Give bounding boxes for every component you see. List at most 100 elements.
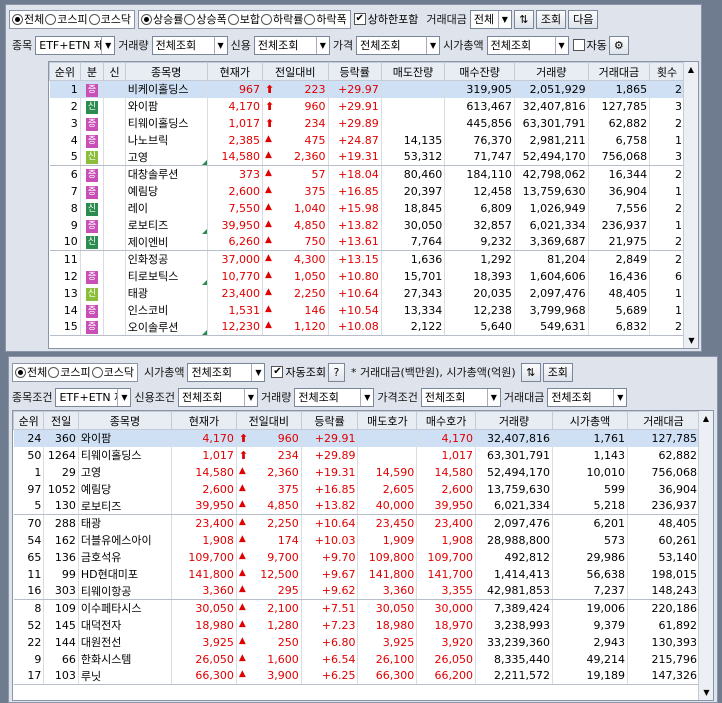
top-col-header[interactable]: 거래량 [513,62,589,81]
top-sort-radio-1[interactable]: 상승폭 [184,11,227,27]
stock-name-cell[interactable]: 금호석유 [78,548,173,566]
top-market-radio-0[interactable]: 전체 [12,11,44,27]
bottom-col-header[interactable]: 순위 [13,411,45,430]
table-row[interactable]: 15 증 오이솔루션 12,230 ▲ 1,120 +10.08 2,122 5,640 549,… [49,318,685,336]
bottom-market-radio-0[interactable]: 전체 [15,364,47,380]
bottom-volume-select[interactable]: 전체조회 ▼ [294,387,375,407]
bottom-col-header[interactable]: 거래량 [475,411,553,430]
top-col-header[interactable]: 신 [103,62,126,81]
table-row[interactable]: 8 109 이수페타시스 30,050 ▲ 2,100 +7.51 30,050 30,000 7… [13,599,701,617]
bottom-query-button[interactable]: 조회 [542,362,573,382]
table-row[interactable]: 13 신 태광 23,400 ▲ 2,250 +10.64 27,343 20,035 2,097… [49,284,685,302]
help-button[interactable]: ? [327,362,345,382]
bottom-credit-select[interactable]: 전체조회 ▼ [177,387,258,407]
bottom-col-header[interactable]: 전일대비 [235,411,302,430]
top-col-header[interactable]: 횟수 [649,62,685,81]
stock-name-cell[interactable]: 나노브릭 [125,131,208,149]
top-col-header[interactable]: 거래대금 [587,62,651,81]
top-col-header[interactable]: 등락률 [327,62,382,81]
bottom-market-radio-2[interactable]: 코스닥 [91,364,134,380]
table-row[interactable]: 7 증 예림당 2,600 ▲ 375 +16.85 20,397 12,458 13,759,6… [49,182,685,200]
top-sort-radio-0[interactable]: 상승률 [141,11,183,27]
bottom-col-header[interactable]: 거래대금 [626,411,701,430]
stock-name-cell[interactable]: 예림당 [78,480,173,498]
stock-name-cell[interactable]: 예림당 [125,182,208,200]
top-market-radio-1[interactable]: 코스피 [45,11,88,27]
stock-name-cell[interactable]: 와이팜 [78,429,173,447]
top-sort-radio-3[interactable]: 하락률 [261,11,303,27]
table-row[interactable]: 16 303 티웨이항공 3,360 ▲ 295 +9.62 3,360 3,355 42,981… [13,582,701,600]
top-vertical-scrollbar[interactable]: ▲ ▼ [683,62,698,348]
mcap-select[interactable]: 전체조회 ▼ [486,35,569,55]
bottom-col-header[interactable]: 매도호가 [357,411,418,430]
top-col-header[interactable]: 순위 [49,62,81,81]
item-select[interactable]: ETF+ETN 제외▼ [35,35,116,55]
bottom-arrow-button[interactable]: ⇅ [520,362,541,382]
table-row[interactable]: 2 신 와이팜 4,170 ⬆ 960 +29.91 613,467 32,407,816 127… [49,97,685,115]
settings-arrow-button[interactable]: ⇅ [513,9,534,29]
stock-name-cell[interactable]: 제이엔비 [125,233,208,251]
stock-name-cell[interactable]: 고영 [78,463,173,481]
table-row[interactable]: 1 증 비케이홀딩스 967 ⬆ 223 +29.97 319,905 2,051,929 1,8… [49,80,685,98]
top-sort-radio-4[interactable]: 하락폭 [304,11,347,27]
stock-name-cell[interactable]: 고영 [125,148,208,166]
top-query-button[interactable]: 조회 [535,9,567,29]
stock-name-cell[interactable]: 티웨이항공 [78,582,173,600]
stock-name-cell[interactable]: 이수페타시스 [78,599,173,617]
stock-name-cell[interactable]: 인스코비 [125,301,208,319]
table-row[interactable]: 5 130 로보티즈 39,950 ▲ 4,850 +13.82 40,000 39,950 6,… [13,497,701,515]
stock-name-cell[interactable]: 티로보틱스 [125,267,208,285]
volume-select[interactable]: 전체조회 ▼ [151,35,228,55]
table-row[interactable]: 11 99 HD현대미포 141,800 ▲ 12,500 +9.67 141,800 141,… [13,565,701,583]
credit-select[interactable]: 전체조회 ▼ [253,35,330,55]
bottom-col-header[interactable]: 매수호가 [416,411,476,430]
stock-name-cell[interactable]: 대덕전자 [78,616,173,634]
stock-name-cell[interactable]: 로보티즈 [78,497,173,515]
amount-select[interactable]: 전체 ▼ [469,9,512,29]
table-row[interactable]: 9 증 로보티즈 39,950 ▲ 4,850 +13.82 30,050 32,857 6,02… [49,216,685,234]
auto-checkbox[interactable] [572,39,585,51]
bottom-col-header[interactable]: 현재가 [171,411,237,430]
table-row[interactable]: 1 29 고영 14,580 ▲ 2,360 +19.31 14,590 14,580 52,49… [13,463,701,481]
table-row[interactable]: 24 360 와이팜 4,170 ⬆ 960 +29.91 4,170 32,407,816 1,… [13,429,701,447]
table-row[interactable]: 4 증 나노브릭 2,385 ▲ 475 +24.87 14,135 76,370 2,981,2… [49,131,685,149]
scroll-down-icon[interactable]: ▼ [684,333,698,348]
gear-button[interactable]: ⚙ [608,35,629,55]
table-row[interactable]: 12 증 티로보틱스 10,770 ▲ 1,050 +10.80 15,701 18,393 1,… [49,267,685,285]
stock-name-cell[interactable]: 루닛 [78,667,173,685]
top-sort-radio-2[interactable]: 보합 [227,11,260,27]
next-button[interactable]: 다음 [568,9,599,29]
cond-select[interactable]: ETF+ETN 제외▼ [55,387,132,407]
stock-name-cell[interactable]: HD현대미포 [78,565,173,583]
stock-name-cell[interactable]: 더블유에스아이 [78,531,173,549]
table-row[interactable]: 22 144 대원전선 3,925 ▲ 250 +6.80 3,925 3,920 33,239,… [13,633,701,651]
table-row[interactable]: 97 1052 예림당 2,600 ▲ 375 +16.85 2,605 2,600 13,759… [13,480,701,498]
bottom-vertical-scrollbar[interactable]: ▲ ▼ [698,411,713,700]
table-row[interactable]: 70 288 태광 23,400 ▲ 2,250 +10.64 23,450 23,400 2,0… [13,514,701,532]
auto-query-checkbox[interactable]: ✔ [271,366,284,378]
table-row[interactable]: 8 신 레이 7,550 ▲ 1,040 +15.98 18,845 6,809 1,026,94… [49,199,685,217]
stock-name-cell[interactable]: 로보티즈 [125,216,208,234]
stock-name-cell[interactable]: 레이 [125,199,208,217]
scroll-up-icon[interactable]: ▲ [684,62,698,77]
table-row[interactable]: 5 신 고영 14,580 ▲ 2,360 +19.31 53,312 71,747 52,494… [49,148,685,166]
table-row[interactable]: 3 증 티웨이홀딩스 1,017 ⬆ 234 +29.89 445,856 63,301,791… [49,114,685,132]
top-market-radio-2[interactable]: 코스닥 [88,11,131,27]
stock-name-cell[interactable]: 티웨이홀딩스 [78,446,173,464]
price-select[interactable]: 전체조회 ▼ [356,35,441,55]
bottom-col-header[interactable]: 등락률 [300,411,359,430]
stock-name-cell[interactable]: 태광 [125,284,208,302]
stock-name-cell[interactable]: 태광 [78,514,173,532]
table-row[interactable]: 65 136 금호석유 109,700 ▲ 9,700 +9.70 109,800 109,70… [13,548,701,566]
table-row[interactable]: 9 66 한화시스템 26,050 ▲ 1,600 +6.54 26,100 26,050 8,3… [13,650,701,668]
stock-name-cell[interactable]: 인화정공 [125,250,208,268]
bottom-col-header[interactable]: 시가총액 [552,411,628,430]
stock-name-cell[interactable]: 한화시스템 [78,650,173,668]
stock-name-cell[interactable]: 오이솔루션 [125,318,208,336]
bottom-col-header[interactable]: 전일 [43,411,79,430]
table-row[interactable]: 52 145 대덕전자 18,980 ▲ 1,280 +7.23 18,980 18,970 3,… [13,616,701,634]
top-col-header[interactable]: 분 [79,62,105,81]
bottom-market-radio-1[interactable]: 코스피 [48,364,91,380]
top-col-header[interactable]: 매수잔량 [444,62,515,81]
limit-checkbox[interactable]: ✔ [353,13,366,25]
